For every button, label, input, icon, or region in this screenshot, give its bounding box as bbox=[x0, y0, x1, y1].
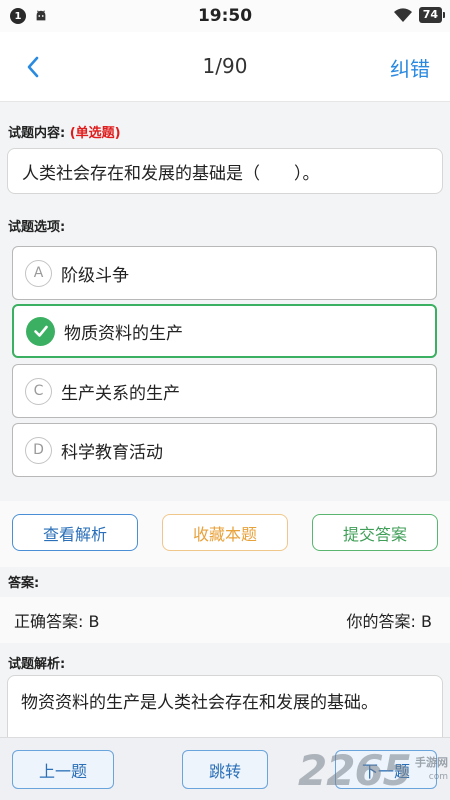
option-text: 生产关系的生产 bbox=[61, 383, 180, 404]
next-question-button[interactable]: 下一题 bbox=[335, 750, 437, 789]
jump-button[interactable]: 跳转 bbox=[182, 750, 268, 789]
report-error-button[interactable]: 纠错 bbox=[390, 53, 430, 82]
wifi-icon bbox=[393, 8, 412, 22]
analysis-text: 物资资料的生产是人类社会存在和发展的基础。 bbox=[21, 693, 378, 713]
option-a[interactable]: A 阶级斗争 bbox=[12, 246, 437, 300]
user-answer: 你的答案: B bbox=[346, 612, 432, 631]
option-text: 物质资料的生产 bbox=[64, 323, 183, 344]
status-time: 19:50 bbox=[197, 6, 253, 26]
option-letter: A bbox=[25, 259, 52, 287]
question-text: 人类社会存在和发展的基础是（ ）。 bbox=[22, 163, 320, 184]
check-circle-icon bbox=[26, 316, 55, 346]
answer-row: 正确答案: B 你的答案: B bbox=[0, 597, 450, 643]
option-text: 科学教育活动 bbox=[61, 442, 163, 463]
correct-answer: 正确答案: B bbox=[14, 612, 100, 631]
option-letter: D bbox=[25, 436, 52, 464]
question-type-label: (单选题) bbox=[69, 126, 121, 141]
analysis-section-label: 试题解析: bbox=[8, 657, 66, 672]
option-letter: C bbox=[25, 377, 52, 405]
submit-answer-button[interactable]: 提交答案 bbox=[312, 514, 438, 551]
favorite-button[interactable]: 收藏本题 bbox=[162, 514, 288, 551]
option-d[interactable]: D 科学教育活动 bbox=[12, 423, 437, 477]
option-b[interactable]: 物质资料的生产 bbox=[12, 304, 437, 358]
battery-indicator: 74 bbox=[418, 7, 446, 23]
question-text-box: 人类社会存在和发展的基础是（ ）。 bbox=[7, 148, 443, 194]
option-text: 阶级斗争 bbox=[61, 265, 129, 286]
action-bar: 查看解析 收藏本题 提交答案 bbox=[0, 501, 450, 567]
question-progress: 1/90 bbox=[202, 54, 248, 78]
status-bar: 1 19:50 74 bbox=[0, 0, 450, 32]
status-right: 74 bbox=[393, 7, 446, 23]
question-label-text: 试题内容: bbox=[8, 126, 66, 141]
option-c[interactable]: C 生产关系的生产 bbox=[12, 364, 437, 418]
question-section-label: 试题内容: (单选题) bbox=[8, 122, 121, 141]
answer-section-label: 答案: bbox=[8, 576, 40, 591]
view-analysis-button[interactable]: 查看解析 bbox=[12, 514, 138, 551]
nav-bar: 1/90 纠错 bbox=[0, 32, 450, 102]
bottom-nav-bar: 上一题 跳转 下一题 bbox=[0, 737, 450, 800]
options-section-label: 试题选项: bbox=[8, 220, 66, 235]
previous-question-button[interactable]: 上一题 bbox=[12, 750, 114, 789]
